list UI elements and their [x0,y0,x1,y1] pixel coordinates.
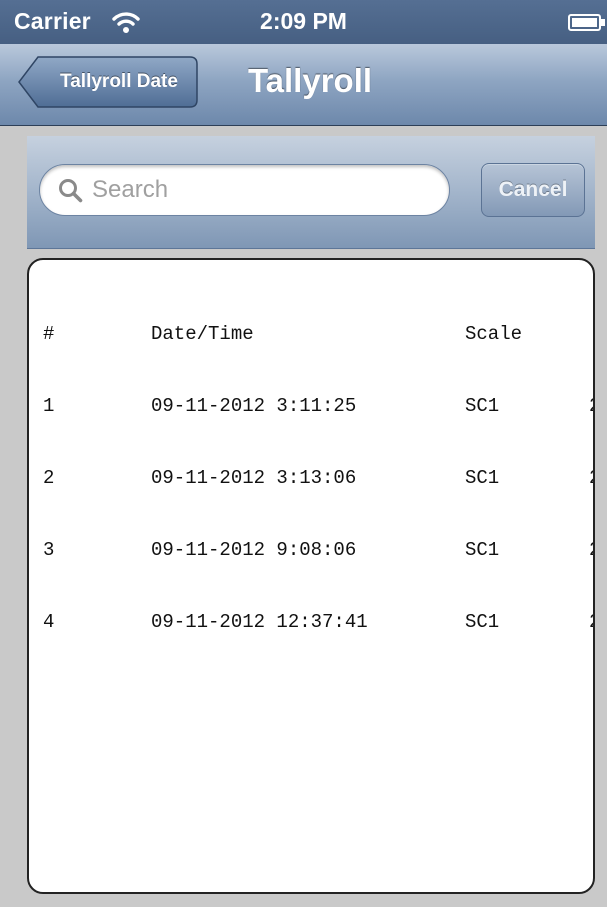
search-input[interactable] [92,165,437,215]
table-row: 4 09-11-2012 12:37:41 SC1 2 [43,610,593,634]
tallyroll-table: # Date/Time Scale 1 09-11-2012 3:11:25 S… [43,274,593,682]
table-row: 2 09-11-2012 3:13:06 SC1 2 [43,466,593,490]
table-header: # Date/Time Scale [43,322,593,346]
row-scale: SC1 [465,611,500,633]
row-scale: SC1 [465,395,500,417]
cancel-button[interactable]: Cancel [481,163,585,217]
table-row: 1 09-11-2012 3:11:25 SC1 2 [43,394,593,418]
battery-tip [601,19,605,26]
back-button-label: Tallyroll Date [60,71,178,92]
row-extra: 2 [589,466,593,490]
tallyroll-panel: # Date/Time Scale 1 09-11-2012 3:11:25 S… [27,258,595,894]
page-title: Tallyroll [247,62,373,99]
row-datetime: 09-11-2012 3:13:06 [151,467,357,489]
battery-icon [568,14,601,31]
row-datetime: 09-11-2012 12:37:41 [151,611,368,633]
table-row: 3 09-11-2012 9:08:06 SC1 2 [43,538,593,562]
search-bar: Cancel [27,136,595,249]
search-field[interactable] [39,164,450,216]
row-datetime: 09-11-2012 9:08:06 [151,539,357,561]
back-button[interactable]: Tallyroll Date [18,56,198,108]
search-icon [59,179,83,203]
row-number: 4 [43,611,55,633]
row-number: 3 [43,539,55,561]
row-number: 1 [43,395,55,417]
row-number: 2 [43,467,55,489]
status-time: 2:09 PM [260,8,347,34]
row-datetime: 09-11-2012 3:11:25 [151,395,357,417]
header-number: # [43,323,55,345]
row-extra: 2 [589,538,593,562]
row-extra: 2 [589,394,593,418]
header-datetime: Date/Time [151,323,254,345]
header-scale: Scale [465,323,523,345]
status-bar: Carrier 2:09 PM [0,0,607,44]
row-extra: 2 [589,610,593,634]
navigation-bar: Tallyroll Date Tallyroll [0,44,607,126]
row-scale: SC1 [465,539,500,561]
row-scale: SC1 [465,467,500,489]
